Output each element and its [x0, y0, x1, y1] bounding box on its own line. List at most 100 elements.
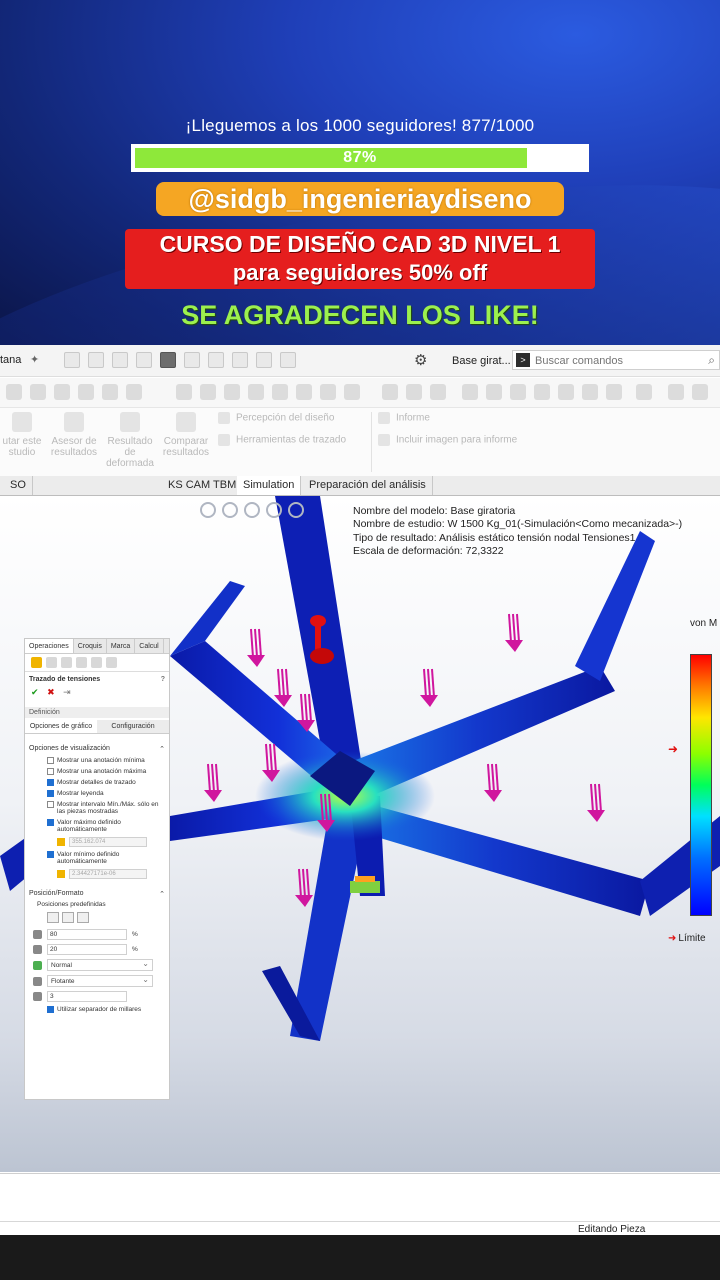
checkbox-box[interactable] [47, 790, 54, 797]
command-icon[interactable] [296, 384, 312, 400]
command-icon[interactable] [668, 384, 684, 400]
deformed-result-button[interactable]: Resultado de deformada [104, 412, 156, 469]
pin-icon[interactable]: ✦ [30, 353, 39, 366]
auto-min-checkbox[interactable]: Valor mínimo definido automáticamente [25, 849, 169, 867]
property-manager-icon[interactable] [46, 657, 57, 668]
position-left-button[interactable] [47, 912, 59, 923]
tab-cam-tbm[interactable]: KS CAM TBM [162, 476, 244, 495]
plot-tools-button[interactable]: Herramientas de trazado [218, 434, 346, 446]
command-icon[interactable] [30, 384, 46, 400]
command-icon[interactable] [248, 384, 264, 400]
x-position-input[interactable]: 80 [47, 929, 127, 940]
command-icon[interactable] [430, 384, 446, 400]
stress-legend-bar[interactable] [690, 654, 712, 916]
select-icon[interactable] [232, 352, 248, 368]
rebuild-icon[interactable] [256, 352, 272, 368]
help-icon[interactable]: ? [161, 676, 165, 683]
checkbox-box[interactable] [47, 819, 54, 826]
collapse-icon[interactable]: ⌃ [159, 890, 165, 898]
search-input[interactable] [535, 353, 700, 368]
tab-settings[interactable]: Configuración [97, 720, 169, 733]
show-min-annotation-checkbox[interactable]: Mostrar una anotación mínima [25, 755, 169, 766]
command-icon[interactable] [200, 384, 216, 400]
position-right-button[interactable] [77, 912, 89, 923]
command-icon[interactable] [636, 384, 652, 400]
tab-sketch[interactable]: Croquis [74, 639, 107, 653]
checkbox-box[interactable] [47, 779, 54, 786]
open-folder-icon[interactable] [112, 352, 128, 368]
previous-view-icon[interactable] [244, 502, 260, 518]
definition-section[interactable]: Definición [25, 707, 169, 718]
tab-operations[interactable]: Operaciones [25, 639, 74, 653]
zoom-to-fit-icon[interactable] [200, 502, 216, 518]
results-advisor-button[interactable]: Asesor de resultados [48, 412, 100, 458]
configuration-manager-icon[interactable] [61, 657, 72, 668]
checkbox-box[interactable] [47, 801, 54, 808]
command-icon[interactable] [606, 384, 622, 400]
undo-icon[interactable] [184, 352, 200, 368]
command-icon[interactable] [102, 384, 118, 400]
decimals-input[interactable]: 3 [47, 991, 127, 1002]
tab-markup[interactable]: Marca [107, 639, 136, 653]
show-max-annotation-checkbox[interactable]: Mostrar una anotación máxima [25, 766, 169, 777]
command-icon[interactable] [54, 384, 70, 400]
command-icon[interactable] [6, 384, 22, 400]
command-icon[interactable] [462, 384, 478, 400]
compare-results-button[interactable]: Comparar resultados [160, 412, 212, 458]
thousands-separator-checkbox[interactable]: Utilizar separador de millares [25, 1004, 169, 1015]
max-value-input[interactable]: 355.162.074 [69, 837, 147, 847]
min-value-input[interactable]: 2.34427171e-06 [69, 869, 147, 879]
run-study-button[interactable]: utar este studio [0, 412, 44, 458]
checkbox-box[interactable] [47, 851, 54, 858]
report-button[interactable]: Informe [378, 412, 430, 424]
tab-evaluate[interactable]: Calcul [135, 639, 164, 653]
command-icon[interactable] [558, 384, 574, 400]
collapse-icon[interactable]: ⌃ [159, 745, 165, 753]
file-properties-icon[interactable] [280, 352, 296, 368]
zoom-area-icon[interactable] [222, 502, 238, 518]
include-image-button[interactable]: Incluir imagen para informe [378, 434, 517, 446]
y-position-input[interactable]: 20 [47, 944, 127, 955]
display-manager-icon[interactable] [91, 657, 102, 668]
window-menu[interactable]: tana [0, 354, 21, 366]
tab-solidworks[interactable]: SO [4, 476, 33, 495]
command-icon[interactable] [272, 384, 288, 400]
tab-chart-options[interactable]: Opciones de gráfico [25, 720, 97, 733]
command-icon[interactable] [176, 384, 192, 400]
dimxpert-icon[interactable] [76, 657, 87, 668]
command-icon[interactable] [692, 384, 708, 400]
section-view-icon[interactable] [266, 502, 282, 518]
checkbox-box[interactable] [47, 757, 54, 764]
position-format-header[interactable]: Posición/Formato ⌃ [25, 887, 169, 900]
command-icon[interactable] [582, 384, 598, 400]
command-icon[interactable] [406, 384, 422, 400]
command-icon[interactable] [382, 384, 398, 400]
auto-max-checkbox[interactable]: Valor máximo definido automáticamente [25, 817, 169, 835]
command-icon[interactable] [510, 384, 526, 400]
command-icon[interactable] [224, 384, 240, 400]
display-options-header[interactable]: Opciones de visualización ⌃ [25, 742, 169, 755]
command-icon[interactable] [534, 384, 550, 400]
command-icon[interactable] [486, 384, 502, 400]
feature-tree-icon[interactable] [31, 657, 42, 668]
keep-visible-icon[interactable]: ⇥ [63, 687, 71, 697]
gear-icon[interactable]: ⚙ [414, 351, 427, 369]
number-format-select[interactable]: Normal [47, 958, 153, 971]
design-insight-button[interactable]: Percepción del diseño [218, 412, 334, 424]
command-search[interactable]: > ⌕ [512, 350, 720, 370]
command-icon[interactable] [126, 384, 142, 400]
new-document-icon[interactable] [88, 352, 104, 368]
command-icon[interactable] [78, 384, 94, 400]
show-legend-checkbox[interactable]: Mostrar leyenda [25, 788, 169, 799]
print-icon[interactable] [160, 352, 176, 368]
checkbox-box[interactable] [47, 1006, 54, 1013]
position-center-button[interactable] [62, 912, 74, 923]
redo-icon[interactable] [208, 352, 224, 368]
float-format-select[interactable]: Flotante [47, 974, 153, 987]
view-orientation-icon[interactable] [288, 502, 304, 518]
command-icon[interactable] [320, 384, 336, 400]
cancel-x-icon[interactable]: ✖ [47, 687, 55, 697]
tab-analysis-preparation[interactable]: Preparación del análisis [303, 476, 433, 495]
tab-simulation[interactable]: Simulation [237, 476, 302, 495]
save-icon[interactable] [136, 352, 152, 368]
